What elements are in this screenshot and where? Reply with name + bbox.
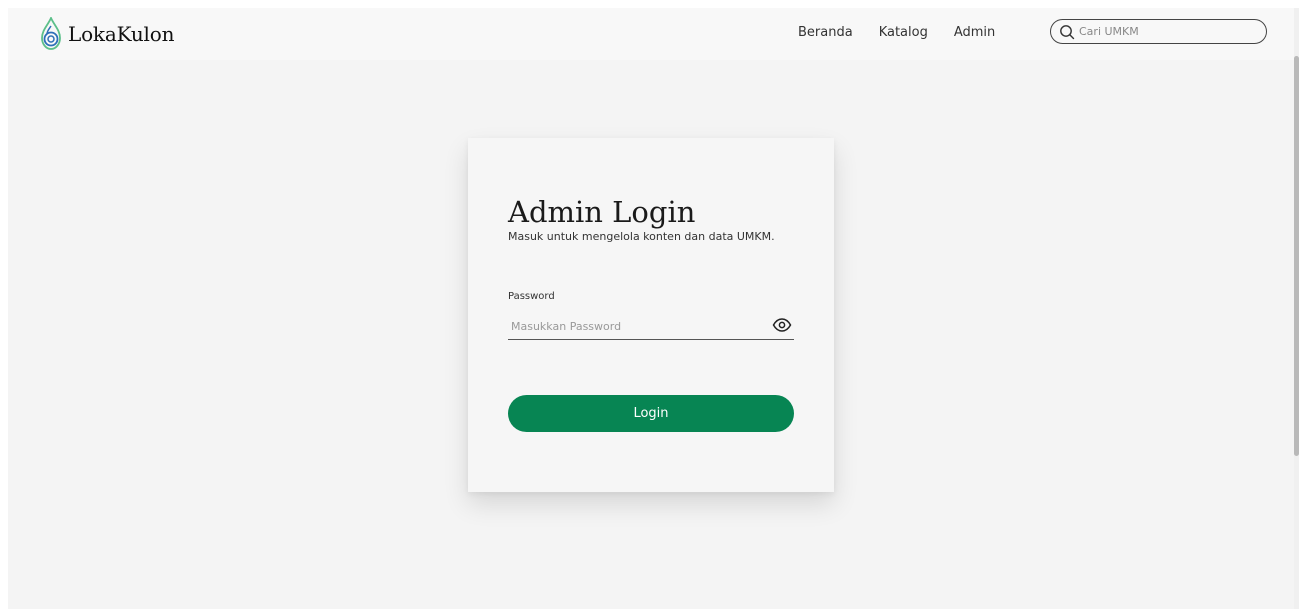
nav-link-beranda[interactable]: Beranda xyxy=(798,25,853,40)
lokakulon-logo-icon xyxy=(41,17,61,50)
nav-link-admin[interactable]: Admin xyxy=(954,25,995,40)
password-label: Password xyxy=(508,291,555,302)
page-viewport: LokaKulon Beranda Katalog Admin Admin Lo… xyxy=(8,8,1294,609)
login-button[interactable]: Login xyxy=(508,395,794,432)
navbar: LokaKulon Beranda Katalog Admin xyxy=(8,8,1294,60)
search-box[interactable] xyxy=(1050,19,1267,44)
eye-icon[interactable] xyxy=(772,317,792,333)
brand-link[interactable]: LokaKulon xyxy=(38,14,174,54)
nav-link-katalog[interactable]: Katalog xyxy=(879,25,928,40)
login-subtitle: Masuk untuk mengelola konten dan data UM… xyxy=(508,230,775,243)
page-scrollbar[interactable] xyxy=(1294,8,1299,609)
password-field xyxy=(508,314,794,340)
scrollbar-thumb[interactable] xyxy=(1294,56,1299,456)
password-input[interactable] xyxy=(511,316,751,336)
search-input[interactable] xyxy=(1079,25,1239,38)
main-nav: Beranda Katalog Admin xyxy=(798,8,1021,56)
login-title: Admin Login xyxy=(508,195,696,229)
brand-name: LokaKulon xyxy=(68,22,175,46)
admin-login-card: Admin Login Masuk untuk mengelola konten… xyxy=(468,138,834,492)
search-icon xyxy=(1060,24,1075,39)
